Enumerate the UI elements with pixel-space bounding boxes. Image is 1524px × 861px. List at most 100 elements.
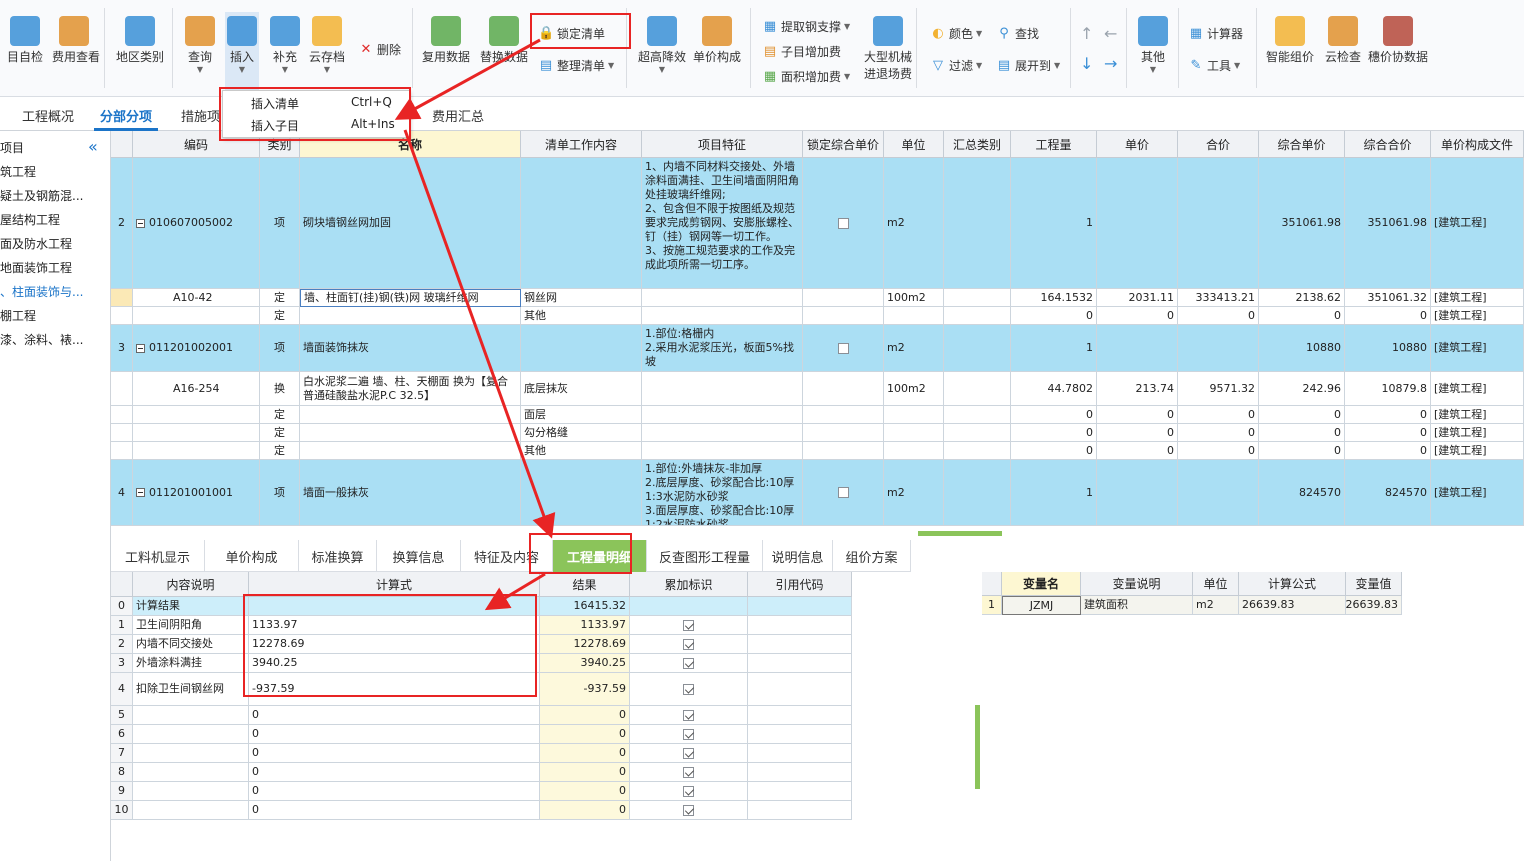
ribbon-button-reuse-data[interactable]: 复用数据 (420, 16, 472, 65)
ribbon-small-organize-list[interactable]: ▤ 整理清单 ▼ (538, 57, 614, 74)
grid-cell-name[interactable] (300, 442, 521, 460)
grid-cell-code[interactable]: 010607005002 (133, 158, 260, 289)
accumulate-checkbox[interactable] (683, 709, 694, 721)
grid-cell-comp-price[interactable]: 0 (1259, 424, 1345, 442)
grid-cell-name[interactable]: 墙、柱面钉(挂)钢(铁)网 玻璃纤维网 (300, 289, 521, 307)
grid-cell-sum-type[interactable] (944, 325, 1011, 372)
grid-header-total[interactable]: 合价 (1178, 131, 1259, 158)
lock-checkbox[interactable] (837, 342, 849, 354)
ribbon-small-find[interactable]: ⚲ 查找 (996, 25, 1039, 42)
accumulate-checkbox[interactable] (683, 657, 694, 669)
qty-cell-desc[interactable] (133, 782, 249, 801)
grid-cell-total[interactable] (1178, 460, 1259, 526)
qty-cell-ref[interactable] (748, 616, 852, 635)
grid-cell-price[interactable] (1097, 325, 1178, 372)
grid-cell-type[interactable]: 项 (260, 158, 300, 289)
grid-cell-type[interactable]: 定 (260, 289, 300, 307)
qty-cell-formula[interactable]: 0 (249, 801, 540, 820)
grid-cell-price[interactable]: 0 (1097, 307, 1178, 325)
grid-cell-file[interactable]: [建筑工程] (1431, 307, 1524, 325)
grid-cell-content[interactable]: 勾分格缝 (521, 424, 642, 442)
grid-cell-unit[interactable]: 100m2 (884, 372, 944, 406)
grid-cell-comp-total[interactable]: 0 (1345, 307, 1431, 325)
grid-cell-unit[interactable] (884, 307, 944, 325)
grid-cell-content[interactable] (521, 460, 642, 526)
collapse-minus-icon[interactable] (136, 343, 145, 353)
ribbon-button-cloud-check[interactable]: 云检查 (1320, 16, 1366, 65)
grid-cell-comp-total[interactable]: 0 (1345, 424, 1431, 442)
move-down-icon[interactable]: ↓ (1080, 54, 1093, 73)
qty-cell-ref[interactable] (748, 654, 852, 673)
grid-cell-type[interactable]: 项 (260, 325, 300, 372)
qty-cell-acc[interactable] (630, 782, 748, 801)
qty-cell-result[interactable]: 0 (540, 744, 630, 763)
grid-cell-file[interactable]: [建筑工程] (1431, 460, 1524, 526)
grid-cell-unit[interactable] (884, 424, 944, 442)
bottom-tab-8[interactable]: 组价方案 (833, 540, 911, 572)
grid-cell-code[interactable] (133, 424, 260, 442)
var-header-value[interactable]: 变量值 (1346, 572, 1402, 596)
qty-cell-result[interactable]: 16415.32 (540, 597, 630, 616)
grid-header-sum_type[interactable]: 汇总类别 (944, 131, 1011, 158)
grid-cell-unit[interactable] (884, 406, 944, 424)
grid-cell-comp-price[interactable]: 242.96 (1259, 372, 1345, 406)
qty-header-result[interactable]: 结果 (540, 572, 630, 597)
grid-cell-content[interactable]: 钢丝网 (521, 289, 642, 307)
grid-cell-feature[interactable] (642, 289, 803, 307)
ribbon-small-calculator[interactable]: ▦ 计算器 (1188, 25, 1243, 42)
grid-cell-type[interactable]: 换 (260, 372, 300, 406)
grid-cell-comp-price[interactable]: 0 (1259, 307, 1345, 325)
qty-cell-ref[interactable] (748, 706, 852, 725)
bottom-tab-0[interactable]: 工料机显示 (111, 540, 205, 572)
grid-cell-qty[interactable]: 164.1532 (1011, 289, 1097, 307)
grid-cell-price[interactable]: 213.74 (1097, 372, 1178, 406)
grid-cell-feature[interactable] (642, 307, 803, 325)
collapse-minus-icon[interactable] (136, 488, 145, 497)
qty-cell-desc[interactable]: 计算结果 (133, 597, 249, 616)
grid-cell-code[interactable] (133, 307, 260, 325)
ribbon-button-seal[interactable]: 穗价协数据 (1366, 16, 1430, 65)
ribbon-small-sub-item_add[interactable]: ▤ 子目增加费 (762, 43, 841, 60)
qty-header-acc[interactable]: 累加标识 (630, 572, 748, 597)
grid-cell-feature[interactable]: 1.部位:外墙抹灰-非加厚 2.底层厚度、砂浆配合比:10厚1:3水泥防水砂浆 … (642, 460, 803, 526)
grid-cell-comp-price[interactable]: 10880 (1259, 325, 1345, 372)
tab-0[interactable]: 工程概况 (22, 106, 74, 125)
grid-cell-qty[interactable]: 1 (1011, 158, 1097, 289)
accumulate-checkbox[interactable] (683, 728, 694, 740)
grid-cell-qty[interactable]: 0 (1011, 406, 1097, 424)
grid-cell-lock[interactable] (803, 424, 884, 442)
grid-cell-code[interactable]: 011201002001 (133, 325, 260, 372)
grid-cell-content[interactable]: 底层抹灰 (521, 372, 642, 406)
accumulate-checkbox[interactable] (683, 785, 694, 797)
grid-cell-file[interactable]: [建筑工程] (1431, 325, 1524, 372)
grid-cell-unit[interactable]: m2 (884, 460, 944, 526)
grid-cell-comp-total[interactable]: 0 (1345, 406, 1431, 424)
ribbon-button-cloud-archive[interactable]: 云存档 ▼ (305, 16, 349, 74)
grid-cell-qty[interactable]: 1 (1011, 325, 1097, 372)
bottom-tab-1[interactable]: 单价构成 (205, 540, 299, 572)
ribbon-small-extract-rebar[interactable]: ▦ 提取钢支撑 ▼ (762, 18, 850, 35)
grid-cell-code[interactable]: A16-254 (133, 372, 260, 406)
qty-cell-ref[interactable] (748, 635, 852, 654)
qty-cell-acc[interactable] (630, 597, 748, 616)
move-left-icon[interactable]: ← (1104, 24, 1117, 43)
grid-cell-sum-type[interactable] (944, 289, 1011, 307)
grid-cell-price[interactable] (1097, 158, 1178, 289)
grid-header-lock[interactable]: 锁定综合单价 (803, 131, 884, 158)
grid-cell-code[interactable] (133, 442, 260, 460)
grid-cell-type[interactable]: 定 (260, 406, 300, 424)
qty-cell-acc[interactable] (630, 744, 748, 763)
grid-cell-price[interactable]: 0 (1097, 442, 1178, 460)
qty-cell-desc[interactable]: 内墙不同交接处 (133, 635, 249, 654)
grid-cell-lock[interactable] (803, 307, 884, 325)
grid-cell-comp-price[interactable]: 351061.98 (1259, 158, 1345, 289)
grid-cell-lock[interactable] (803, 406, 884, 424)
grid-cell-type[interactable]: 定 (260, 424, 300, 442)
qty-cell-acc[interactable] (630, 635, 748, 654)
grid-cell-name[interactable]: 墙面装饰抹灰 (300, 325, 521, 372)
grid-cell-sum-type[interactable] (944, 372, 1011, 406)
grid-cell-code[interactable] (133, 406, 260, 424)
bottom-tab-7[interactable]: 说明信息 (763, 540, 833, 572)
qty-cell-acc[interactable] (630, 616, 748, 635)
var-header-name[interactable]: 变量名 (1002, 572, 1081, 596)
